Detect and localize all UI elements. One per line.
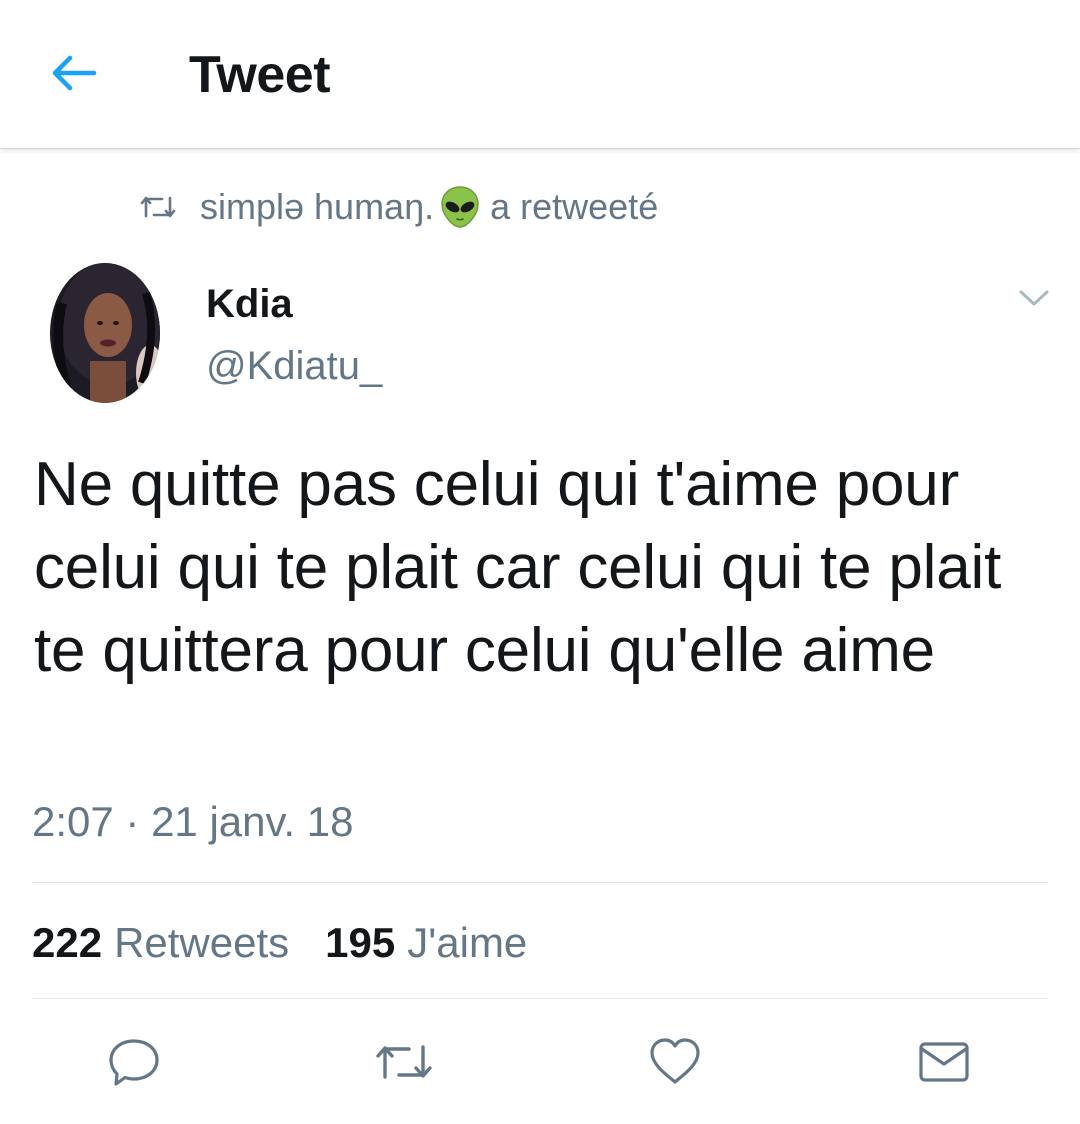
retweet-button[interactable] [374, 1036, 434, 1092]
author-handle[interactable]: @Kdiatu_ [206, 342, 382, 390]
retweet-icon [373, 1039, 435, 1090]
direct-message-icon [917, 1039, 971, 1090]
back-button[interactable] [46, 50, 102, 100]
retweets-label: Retweets [114, 919, 290, 966]
likes-label: J'aime [407, 919, 528, 966]
retweet-small-icon [140, 194, 176, 220]
tweet-stats: 222 Retweets 195 J'aime [32, 916, 527, 970]
reply-icon [107, 1037, 161, 1092]
like-button[interactable] [645, 1036, 705, 1092]
reply-button[interactable] [104, 1036, 164, 1092]
tweet-menu-button[interactable] [1010, 282, 1058, 318]
retweets-stat[interactable]: 222 Retweets [32, 916, 289, 970]
tweet-text: Ne quitte pas celui qui t'aime pour celu… [34, 450, 1002, 685]
like-icon [648, 1037, 702, 1092]
direct-message-button[interactable] [914, 1036, 974, 1092]
likes-count: 195 [325, 919, 396, 966]
avatar[interactable] [50, 263, 160, 403]
likes-stat[interactable]: 195 J'aime [325, 916, 527, 970]
retweet-context[interactable]: simplə humaŋ. a retweeté [140, 182, 658, 232]
top-app-bar: Tweet [0, 0, 1080, 149]
retweets-count: 222 [32, 919, 103, 966]
retweeted-label: a retweeté [490, 186, 659, 227]
tweet-timestamp[interactable]: 2:07 · 21 janv. 18 [32, 796, 353, 848]
divider [32, 882, 1048, 883]
divider [32, 998, 1048, 999]
arrow-left-icon [50, 53, 98, 98]
author-name[interactable]: Kdia [206, 280, 293, 328]
chevron-down-icon [1017, 287, 1051, 314]
retweeter-name: simplə humaŋ. [200, 186, 435, 227]
alien-emoji-icon [440, 185, 480, 229]
page-title: Tweet [189, 46, 331, 104]
